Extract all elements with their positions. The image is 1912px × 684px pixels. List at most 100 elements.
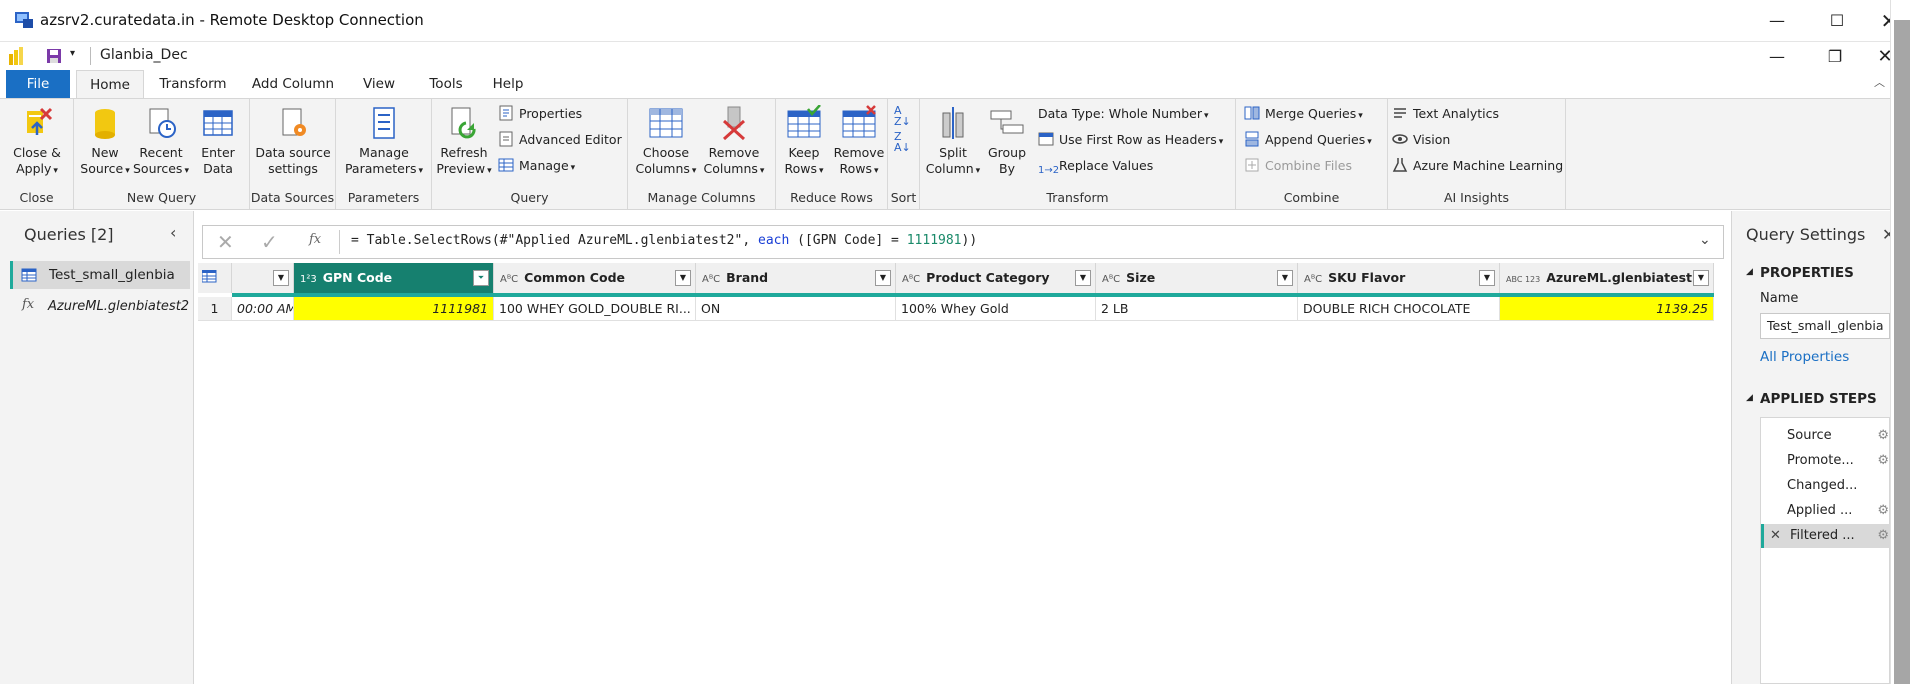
cancel-formula-icon[interactable]: ✕ (217, 230, 234, 254)
chevron-down-icon[interactable]: ▼ (675, 270, 691, 286)
split-column-icon (942, 107, 964, 139)
sort-descending-icon[interactable]: Z A↓ (894, 131, 911, 153)
column-header-sku-flavor[interactable]: AᴮC SKU Flavor ▼ (1298, 263, 1500, 293)
minimize-button[interactable]: — (1754, 8, 1800, 34)
tab-view[interactable]: View (352, 70, 406, 98)
tab-file[interactable]: File (6, 70, 70, 98)
group-by-button[interactable]: Group By (984, 105, 1030, 177)
chevron-down-icon[interactable]: ▼ (273, 270, 289, 286)
collapse-steps-icon[interactable]: ◢ (1746, 393, 1753, 403)
choose-columns-button[interactable]: Choose Columns ▾ (634, 105, 698, 179)
delete-step-icon[interactable]: ✕ (1770, 524, 1781, 548)
new-source-button[interactable]: New Source ▾ (78, 105, 132, 179)
save-icon[interactable] (46, 48, 62, 64)
manage-parameters-button[interactable]: Manage Parameters ▾ (340, 105, 428, 179)
chevron-down-icon[interactable]: ▼ (1277, 270, 1293, 286)
confirm-formula-icon[interactable]: ✓ (261, 230, 278, 254)
table-cell-sku-flavor[interactable]: DOUBLE RICH CHOCOLATE (1298, 297, 1500, 321)
all-properties-link[interactable]: All Properties (1760, 349, 1849, 365)
remove-columns-button[interactable]: Remove Columns ▾ (700, 105, 768, 179)
sort-ascending-icon[interactable]: A Z↓ (894, 105, 911, 127)
step-applied[interactable]: Applied ... ⚙ (1761, 499, 1891, 523)
first-row-headers-icon (1038, 132, 1054, 146)
chevron-down-icon[interactable]: ▼ (1075, 270, 1091, 286)
quick-access-dropdown-icon[interactable]: ▾ (70, 48, 75, 59)
step-changed[interactable]: Changed... (1761, 474, 1891, 498)
filter-icon[interactable]: ⏷ (473, 270, 489, 286)
collapse-properties-icon[interactable]: ◢ (1746, 267, 1753, 277)
column-header-common-code[interactable]: AᴮC Common Code ▼ (494, 263, 696, 293)
app-minimize-button[interactable]: — (1754, 44, 1800, 70)
table-cell-common-code[interactable]: 100 WHEY GOLD_DOUBLE RI... (494, 297, 696, 321)
divider (90, 47, 91, 65)
append-queries-button[interactable]: Append Queries ▾ (1244, 129, 1372, 151)
remove-rows-button[interactable]: Remove Rows ▾ (832, 105, 886, 179)
vision-button[interactable]: Vision (1392, 129, 1450, 151)
merge-queries-button[interactable]: Merge Queries ▾ (1244, 103, 1363, 125)
chevron-down-icon[interactable]: ▼ (1693, 270, 1709, 286)
table-cell-azureml[interactable]: 1139.25 (1500, 297, 1714, 321)
table-cell-brand[interactable]: ON (696, 297, 896, 321)
manage-button[interactable]: Manage ▾ (498, 155, 575, 177)
tab-home[interactable]: Home (76, 70, 144, 98)
gear-icon[interactable]: ⚙ (1877, 524, 1889, 548)
data-source-settings-button[interactable]: Data source settings (252, 105, 334, 177)
advanced-editor-button[interactable]: Advanced Editor (498, 129, 622, 151)
tab-add-column[interactable]: Add Column (248, 70, 338, 98)
data-type-dropdown[interactable]: Data Type: Whole Number ▾ (1038, 103, 1209, 125)
recent-sources-button[interactable]: Recent Sources ▾ (132, 105, 190, 179)
gear-icon[interactable]: ⚙ (1877, 449, 1889, 473)
enter-data-button[interactable]: Enter Data (192, 105, 244, 177)
manage-icon (498, 158, 514, 172)
column-header-time[interactable]: ▼ (232, 263, 294, 293)
column-header-size[interactable]: AᴮC Size ▼ (1096, 263, 1298, 293)
use-first-row-headers-button[interactable]: Use First Row as Headers ▾ (1038, 129, 1223, 151)
gear-icon[interactable]: ⚙ (1877, 499, 1889, 523)
row-number[interactable]: 1 (198, 297, 232, 321)
properties-heading: PROPERTIES (1760, 265, 1854, 281)
step-promoted[interactable]: Promote... ⚙ (1761, 449, 1891, 473)
step-filtered[interactable]: ✕ Filtered ... ⚙ (1761, 524, 1891, 548)
table-cell-size[interactable]: 2 LB (1096, 297, 1298, 321)
vertical-scrollbar[interactable] (1890, 0, 1912, 684)
chevron-down-icon[interactable]: ▼ (875, 270, 891, 286)
split-column-button[interactable]: Split Column ▾ (924, 105, 982, 179)
refresh-preview-button[interactable]: Refresh Preview ▾ (436, 105, 492, 179)
text-analytics-icon (1394, 108, 1406, 118)
column-header-azureml[interactable]: ABC 123 AzureML.glenbiatest2 ▼ (1500, 263, 1714, 293)
azure-ml-button[interactable]: Azure Machine Learning (1392, 155, 1563, 177)
column-header-brand[interactable]: AᴮC Brand ▼ (696, 263, 896, 293)
powerbi-logo-icon (8, 46, 24, 66)
table-menu-header[interactable] (198, 263, 232, 293)
keep-rows-button[interactable]: Keep Rows ▾ (778, 105, 830, 179)
step-source[interactable]: Source ⚙ (1761, 424, 1891, 448)
close-apply-button[interactable]: Close & Apply ▾ (6, 105, 68, 179)
chevron-down-icon[interactable]: ▼ (1479, 270, 1495, 286)
tab-tools[interactable]: Tools (418, 70, 474, 98)
formula-input[interactable]: = Table.SelectRows(#"Applied AzureML.gle… (351, 233, 977, 248)
column-header-gpn-code[interactable]: 1²3 GPN Code ⏷ (294, 263, 494, 293)
divider (339, 230, 340, 254)
collapse-ribbon-icon[interactable]: ︿ (1874, 74, 1885, 90)
tab-transform[interactable]: Transform (152, 70, 234, 98)
app-restore-button[interactable]: ❐ (1812, 44, 1858, 70)
query-item-azureml[interactable]: fx AzureML.glenbiatest2 (10, 293, 190, 321)
tab-help[interactable]: Help (484, 70, 532, 98)
choose-columns-icon (649, 108, 683, 138)
combine-files-icon (1245, 158, 1259, 172)
fx-icon[interactable]: fx (309, 232, 321, 247)
column-header-product-category[interactable]: AᴮC Product Category ▼ (896, 263, 1096, 293)
query-item-test-small-glenbia[interactable]: Test_small_glenbia (10, 261, 190, 289)
table-cell-time[interactable]: 00:00 AM (232, 297, 294, 321)
replace-values-button[interactable]: 1→2Replace Values (1038, 155, 1153, 177)
gear-icon[interactable]: ⚙ (1877, 424, 1889, 448)
properties-button[interactable]: Properties (498, 103, 582, 125)
table-cell-gpn-code[interactable]: 1111981 (294, 297, 494, 321)
maximize-button[interactable]: ☐ (1814, 8, 1860, 34)
collapse-queries-icon[interactable]: ‹ (170, 223, 176, 242)
text-analytics-button[interactable]: Text Analytics (1392, 103, 1499, 125)
scrollbar-thumb[interactable] (1894, 20, 1910, 684)
expand-formula-icon[interactable]: ⌄ (1699, 232, 1711, 248)
table-cell-product-category[interactable]: 100% Whey Gold (896, 297, 1096, 321)
query-name-input[interactable]: Test_small_glenbia (1760, 313, 1890, 339)
